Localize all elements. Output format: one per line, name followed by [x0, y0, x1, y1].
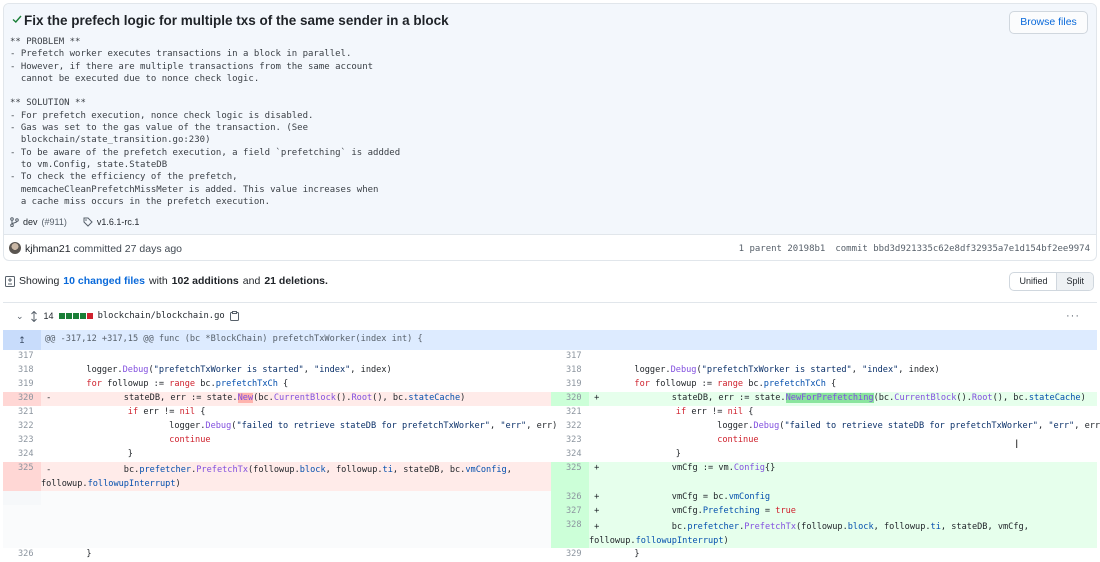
diff-row: 323 continue 323 continue [18, 435, 759, 445]
file-header: ⌄ 14 blockchain/blockchain.go ··· [3, 302, 1097, 329]
chevron-down-icon[interactable]: ⌄ [16, 311, 24, 322]
diff-row: 326 } 329 } [18, 549, 640, 559]
diff-view-toggle: Unified Split [1009, 272, 1094, 291]
summary-with: with [148, 275, 168, 287]
committed-time: committed 27 days ago [73, 243, 183, 255]
tag-icon [83, 217, 93, 227]
hunk-header-text: @@ -317,12 +317,15 @@ func (bc *BlockCha… [45, 334, 423, 344]
unified-view-button[interactable]: Unified [1010, 273, 1056, 290]
diff-row: 325 - bc.prefetcher.PrefetchTx(followup.… [3, 462, 1097, 491]
commit-title: Fix the prefech logic for multiple txs o… [24, 13, 449, 28]
diff-row: 319 for followup := range bc.prefetchTxC… [18, 379, 837, 389]
text-cursor-icon: I [1015, 437, 1019, 451]
commit-box: Fix the prefech logic for multiple txs o… [3, 3, 1097, 261]
check-icon [12, 15, 22, 23]
file-change-count: 14 [43, 311, 54, 321]
author-name[interactable]: kjhman21 [25, 243, 71, 255]
split-view-button[interactable]: Split [1056, 273, 1093, 290]
diff-summary: Showing 10 changed files with 102 additi… [5, 275, 328, 287]
file-diff-icon [5, 275, 15, 287]
kebab-icon[interactable]: ··· [1066, 310, 1080, 322]
expand-up-icon[interactable]: ↥ [3, 330, 41, 350]
commit-hash: commit bbd3d921335c62e8df32935a7e1d154bf… [835, 244, 1090, 254]
diff-row: 318 logger.Debug("prefetchTxWorker is st… [18, 365, 940, 375]
deletions-count: 21 deletions. [264, 275, 328, 287]
additions-count: 102 additions [171, 275, 239, 287]
author-line: kjhman21 committed 27 days ago [25, 243, 182, 255]
summary-and: and [242, 275, 261, 287]
clipboard-icon[interactable] [229, 311, 239, 321]
diffstat-blocks [58, 313, 93, 319]
commit-description: ** PROBLEM ** - Prefetch worker executes… [10, 37, 401, 207]
tag-name[interactable]: v1.6.1-rc.1 [97, 217, 140, 227]
hunk-header: ↥ @@ -317,12 +317,15 @@ func (bc *BlockC… [3, 330, 1097, 350]
diff-row: 324 } 324 } [18, 449, 681, 459]
diff-row: 322 logger.Debug("failed to retrieve sta… [18, 421, 1100, 431]
branch-name[interactable]: dev [23, 217, 38, 227]
branch-icon [10, 217, 19, 227]
branch-row: dev (#911) v1.6.1-rc.1 [10, 217, 139, 227]
changed-files-link[interactable]: 10 changed files [63, 275, 145, 287]
expand-up-down-icon[interactable] [29, 310, 39, 322]
file-path[interactable]: blockchain/blockchain.go [98, 311, 225, 321]
parent-info[interactable]: 1 parent 20198b1 [739, 244, 826, 254]
diff-row-empty-left [3, 491, 1097, 548]
diff-row: 320 - stateDB, err := state.New(bc.Curre… [3, 392, 1097, 406]
avatar[interactable] [9, 242, 21, 254]
browse-files-button[interactable]: Browse files [1009, 11, 1088, 34]
commit-header: Fix the prefech logic for multiple txs o… [4, 4, 1096, 235]
pr-link[interactable]: (#911) [42, 217, 67, 227]
author-row: kjhman21 committed 27 days ago 1 parent … [4, 235, 1096, 260]
commit-meta: 1 parent 20198b1 commit bbd3d921335c62e8d… [729, 244, 1090, 254]
diff-row: 317 317 [18, 351, 582, 361]
diff-row: 321 if err != nil { 321 if err != nil { [18, 407, 754, 417]
summary-prefix: Showing [19, 275, 60, 287]
